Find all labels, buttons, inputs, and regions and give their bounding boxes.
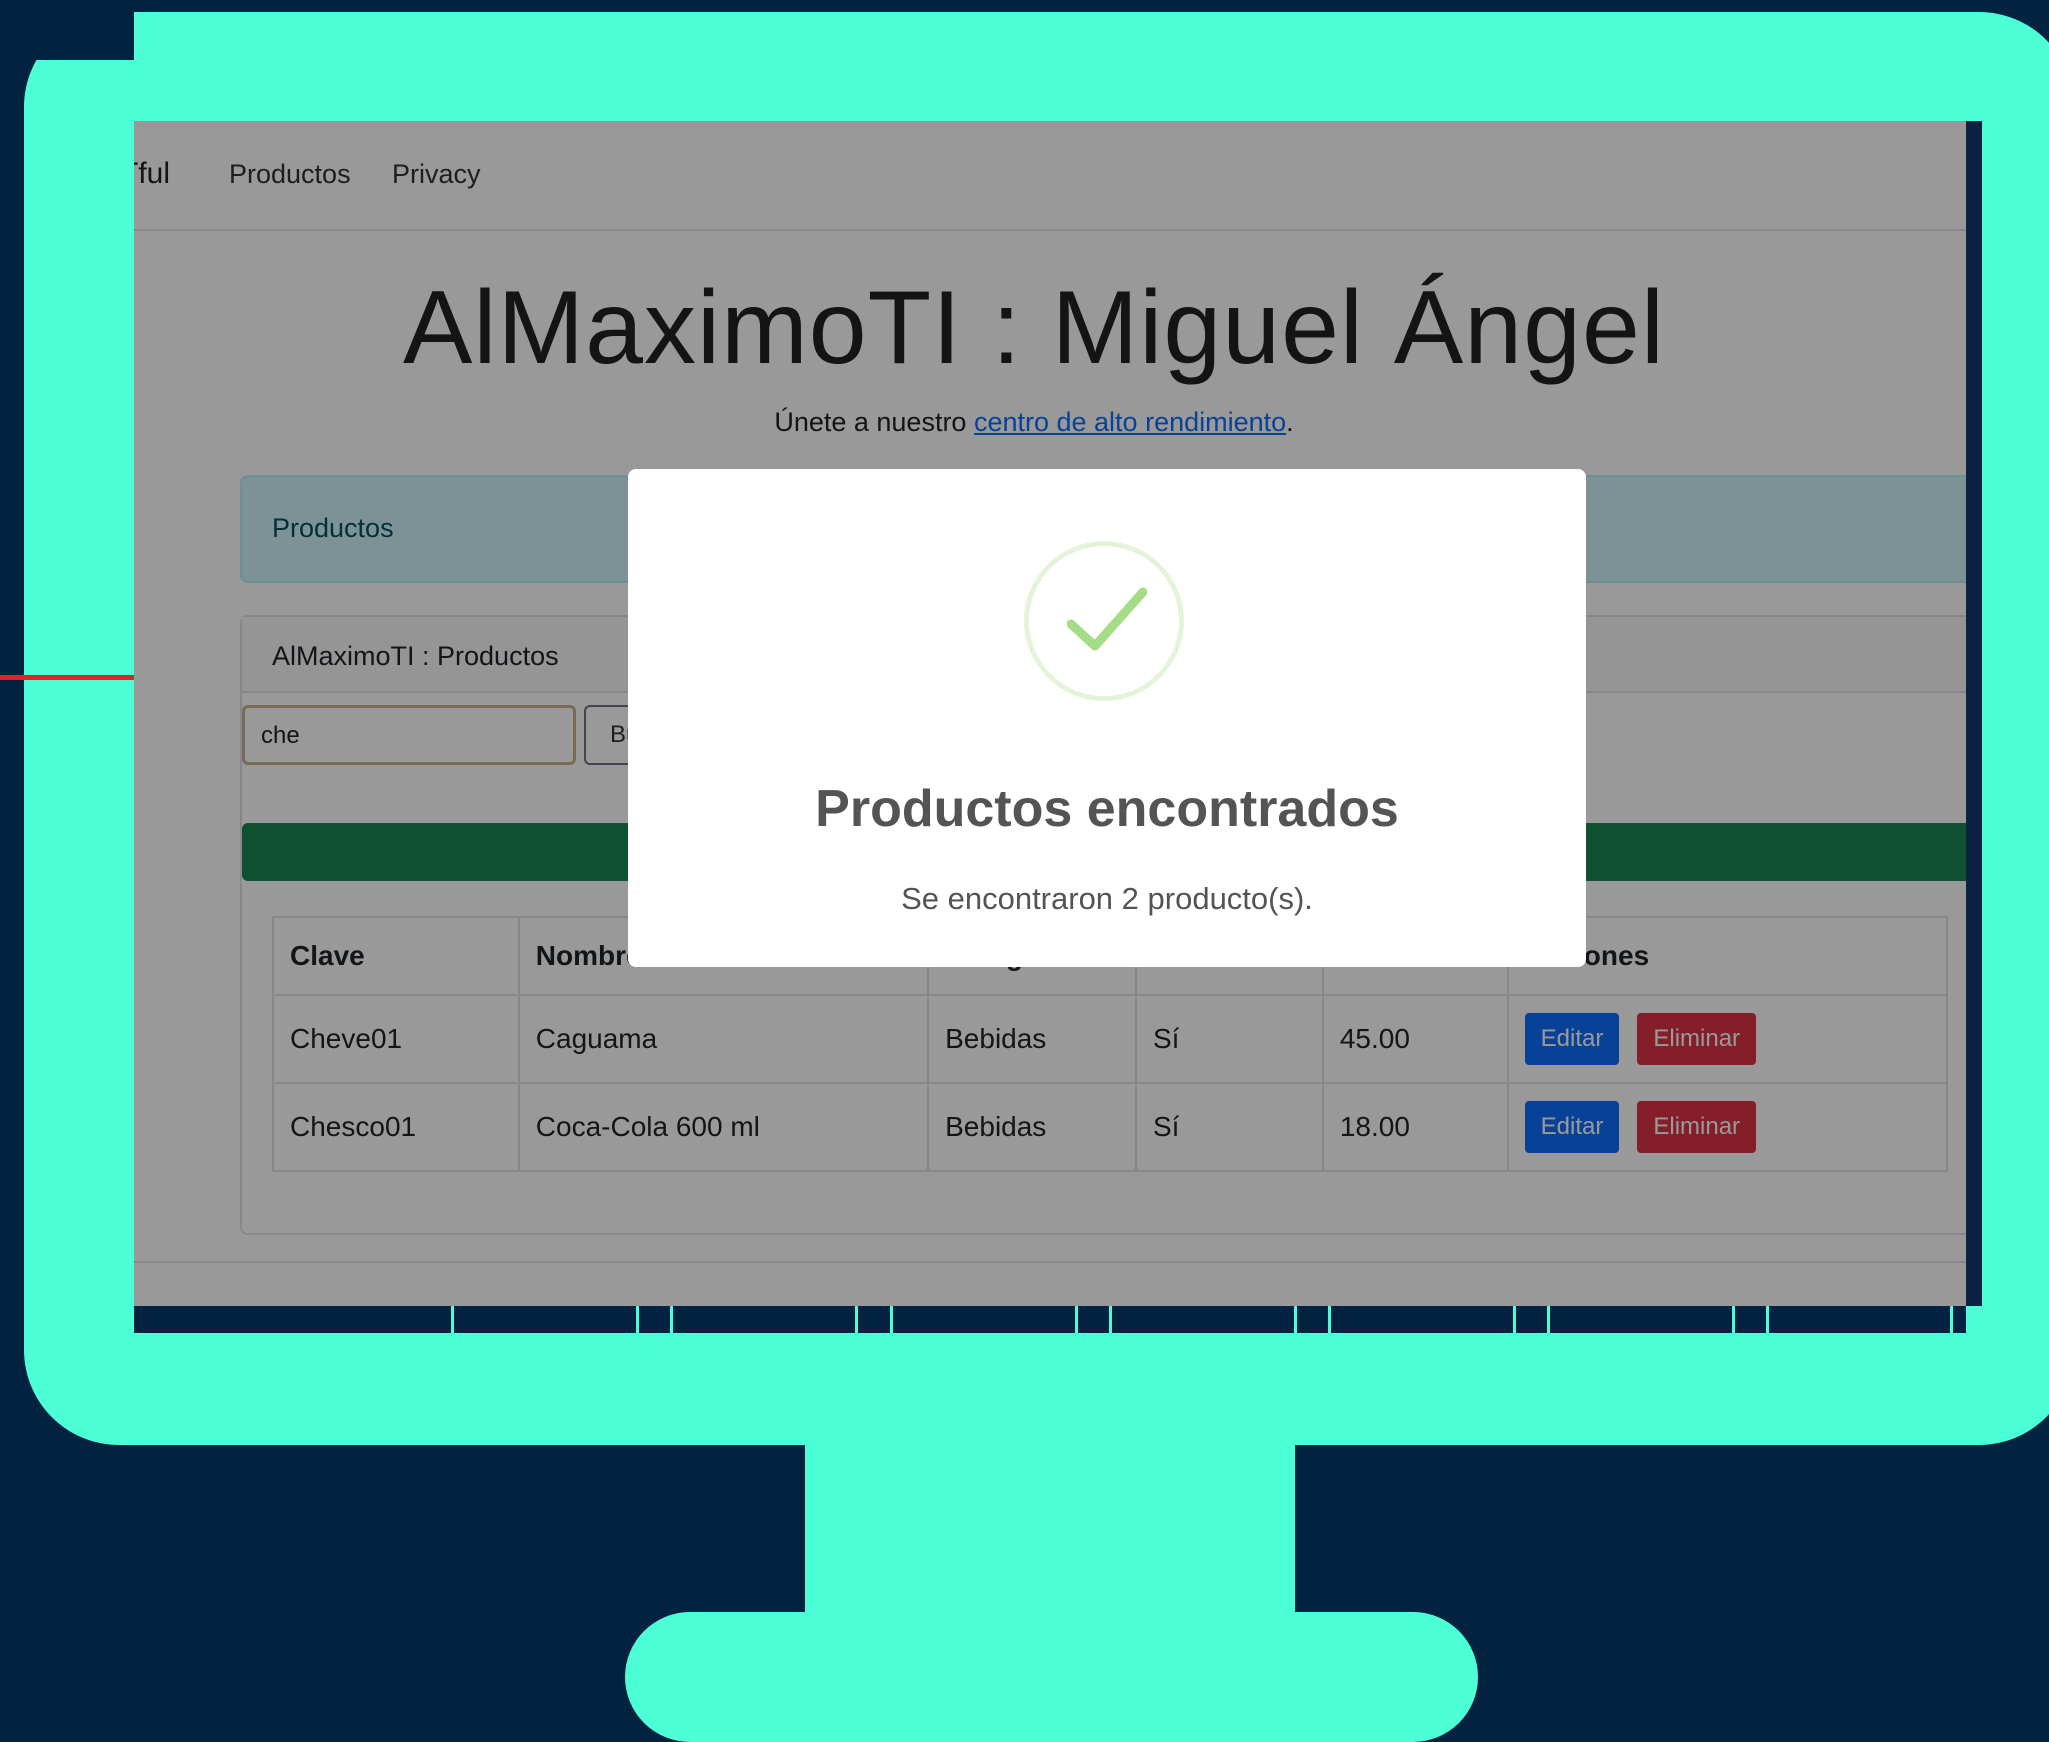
tick-mark (1732, 1305, 1735, 1333)
tick-mark (670, 1305, 673, 1333)
monitor-foot (625, 1612, 1478, 1742)
bezel-notch (24, 0, 134, 60)
tick-mark (451, 1305, 454, 1333)
checkmark-icon (1067, 587, 1147, 651)
monitor-tick-strip (134, 1305, 1966, 1333)
tick-mark (890, 1305, 893, 1333)
tick-mark (1950, 1305, 1953, 1333)
modal-title: Productos encontrados (815, 780, 1399, 838)
modal-text: Se encontraron 2 producto(s). (901, 881, 1313, 916)
tick-mark (1328, 1305, 1331, 1333)
decorative-red-line (0, 675, 134, 680)
tick-mark (1075, 1305, 1078, 1333)
success-check-icon (1024, 541, 1184, 701)
tick-mark (636, 1305, 639, 1333)
success-modal: Productos encontrados Se encontraron 2 p… (628, 469, 1586, 967)
tick-mark (1513, 1305, 1516, 1333)
tick-mark (1766, 1305, 1769, 1333)
tick-mark (855, 1305, 858, 1333)
monitor-screen: Tful Productos Privacy AlMaximoTI : Migu… (134, 121, 1982, 1306)
monitor-stand (805, 1440, 1295, 1620)
tick-mark (1294, 1305, 1297, 1333)
tick-mark (1109, 1305, 1112, 1333)
tick-mark (1547, 1305, 1550, 1333)
